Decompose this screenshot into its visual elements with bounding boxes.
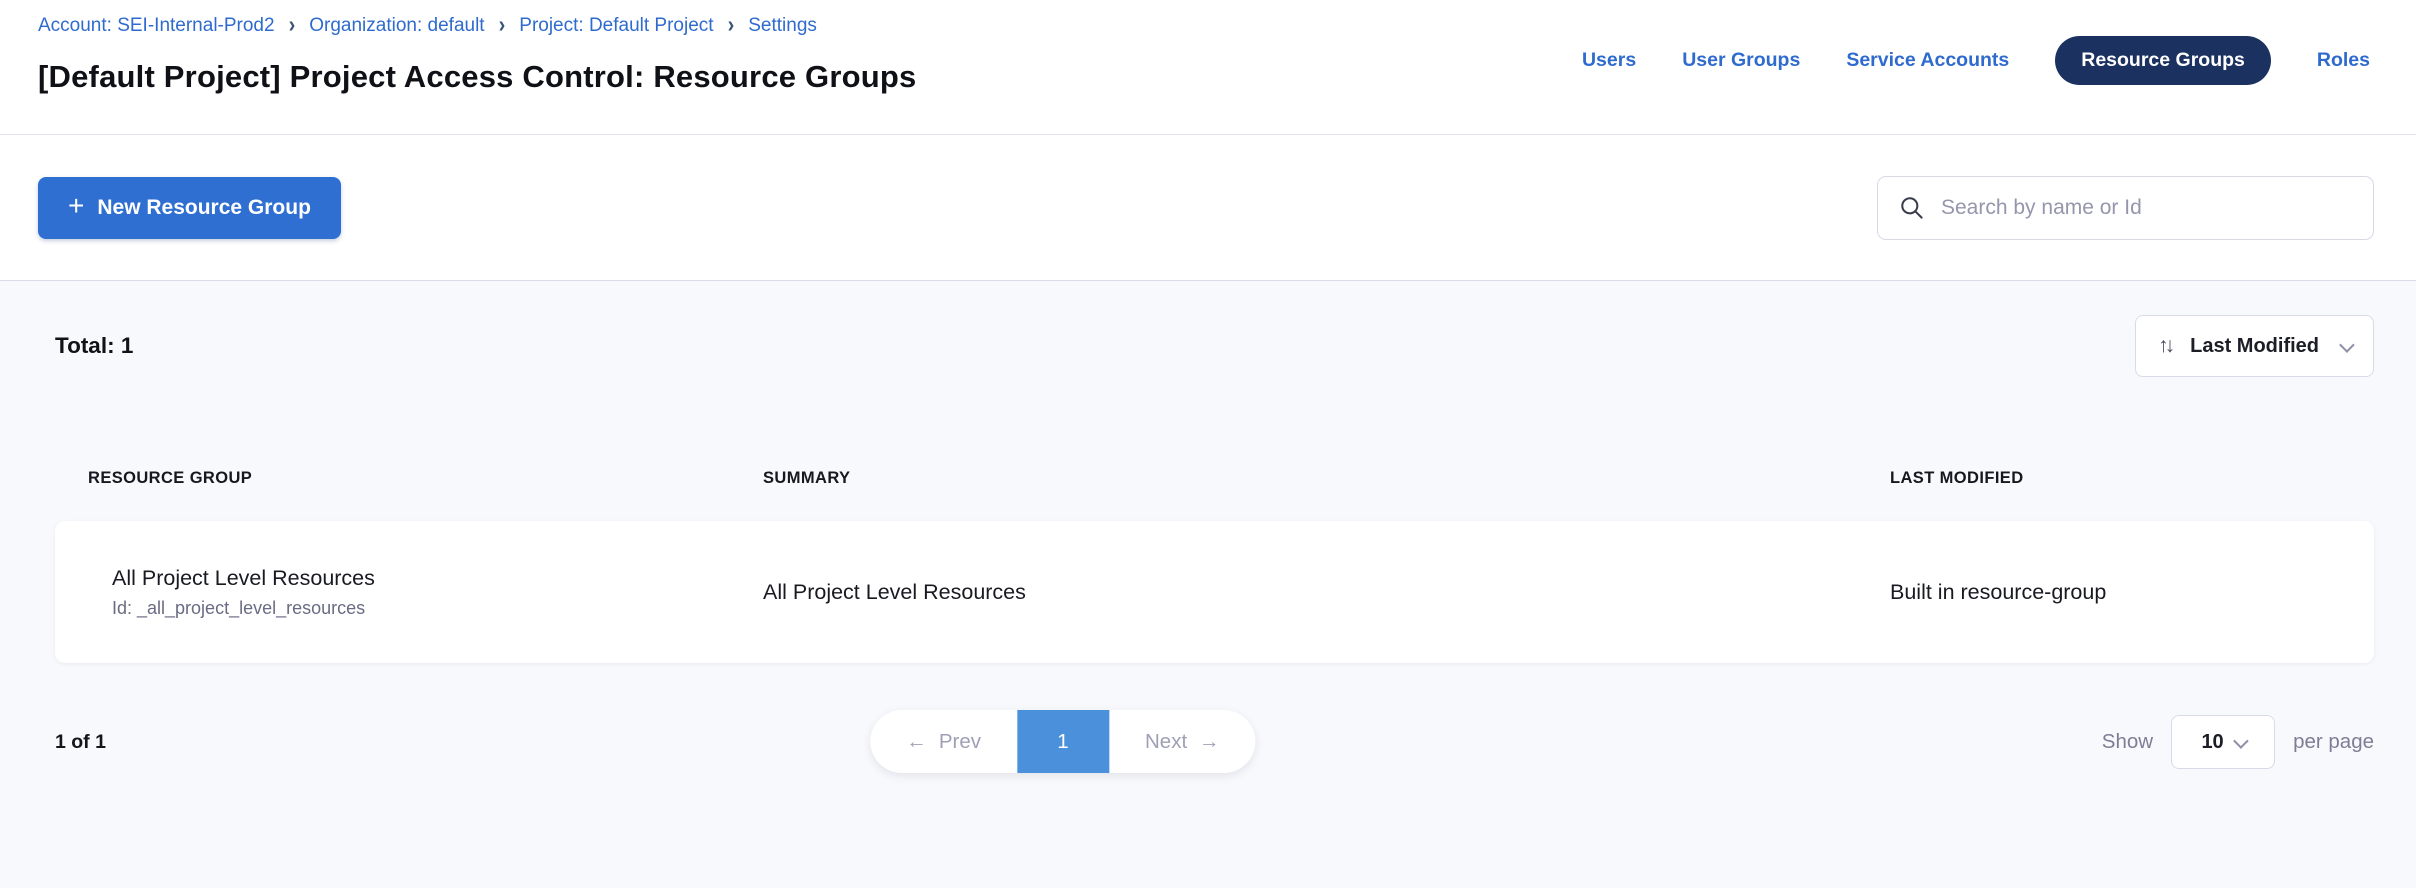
next-page-button[interactable]: Next → bbox=[1109, 710, 1256, 773]
table-footer: 1 of 1 ← Prev 1 Next → Show 10 per page bbox=[55, 710, 2374, 774]
per-page-label: per page bbox=[2293, 730, 2374, 754]
resource-group-id: Id: _all_project_level_resources bbox=[112, 598, 763, 619]
breadcrumb-separator-icon: › bbox=[728, 12, 735, 38]
arrow-right-icon: → bbox=[1199, 730, 1220, 754]
access-control-tabs: Users User Groups Service Accounts Resou… bbox=[1582, 36, 2370, 85]
breadcrumb-settings-link[interactable]: Settings bbox=[748, 15, 817, 37]
column-header-last-modified: LAST MODIFIED bbox=[1890, 469, 2374, 488]
chevron-down-icon bbox=[2339, 337, 2355, 353]
page-header: Account: SEI-Internal-Prod2 › Organizati… bbox=[0, 0, 2416, 135]
page-size-control: Show 10 per page bbox=[2102, 715, 2374, 769]
total-count-label: Total: 1 bbox=[55, 333, 133, 359]
column-header-summary: SUMMARY bbox=[763, 469, 1890, 488]
toolbar: + New Resource Group bbox=[0, 135, 2416, 281]
content-area: Total: 1 ↑↓ Last Modified RESOURCE GROUP… bbox=[0, 281, 2416, 888]
breadcrumb: Account: SEI-Internal-Prod2 › Organizati… bbox=[38, 14, 2370, 37]
tab-service-accounts[interactable]: Service Accounts bbox=[1846, 49, 2009, 72]
tab-roles[interactable]: Roles bbox=[2317, 49, 2370, 72]
breadcrumb-separator-icon: › bbox=[289, 12, 296, 38]
next-button-label: Next bbox=[1145, 730, 1187, 754]
tab-users[interactable]: Users bbox=[1582, 49, 1636, 72]
new-resource-group-button[interactable]: + New Resource Group bbox=[38, 177, 341, 239]
plus-icon: + bbox=[68, 192, 84, 220]
breadcrumb-project-link[interactable]: Project: Default Project bbox=[519, 15, 713, 37]
sort-dropdown-label: Last Modified bbox=[2190, 335, 2319, 358]
list-header: Total: 1 ↑↓ Last Modified bbox=[55, 315, 2374, 377]
page-size-select[interactable]: 10 bbox=[2171, 715, 2275, 769]
summary-cell: All Project Level Resources bbox=[763, 580, 1890, 605]
column-header-resource-group: RESOURCE GROUP bbox=[55, 469, 763, 488]
pagination: ← Prev 1 Next → bbox=[870, 710, 1255, 773]
new-resource-group-button-label: New Resource Group bbox=[97, 196, 311, 220]
resource-group-cell: All Project Level Resources Id: _all_pro… bbox=[55, 566, 763, 619]
arrow-left-icon: ← bbox=[906, 730, 927, 754]
resource-group-name: All Project Level Resources bbox=[112, 566, 763, 591]
chevron-down-icon bbox=[2233, 733, 2249, 749]
tab-resource-groups[interactable]: Resource Groups bbox=[2055, 36, 2271, 85]
table-header-row: RESOURCE GROUP SUMMARY LAST MODIFIED bbox=[55, 469, 2374, 488]
table-row[interactable]: All Project Level Resources Id: _all_pro… bbox=[55, 521, 2374, 663]
breadcrumb-organization-link[interactable]: Organization: default bbox=[309, 15, 484, 37]
last-modified-cell: Built in resource-group bbox=[1890, 580, 2374, 605]
prev-button-label: Prev bbox=[939, 730, 981, 754]
current-page-button[interactable]: 1 bbox=[1017, 710, 1109, 773]
tab-user-groups[interactable]: User Groups bbox=[1682, 49, 1800, 72]
show-label: Show bbox=[2102, 730, 2153, 754]
search-box[interactable] bbox=[1877, 176, 2374, 240]
page-size-value: 10 bbox=[2201, 731, 2223, 754]
search-icon bbox=[1898, 194, 1925, 221]
breadcrumb-account-link[interactable]: Account: SEI-Internal-Prod2 bbox=[38, 15, 275, 37]
breadcrumb-separator-icon: › bbox=[499, 12, 506, 38]
page-range-label: 1 of 1 bbox=[55, 731, 106, 754]
prev-page-button[interactable]: ← Prev bbox=[870, 710, 1017, 773]
sort-dropdown[interactable]: ↑↓ Last Modified bbox=[2135, 315, 2374, 377]
search-input[interactable] bbox=[1941, 196, 2353, 220]
sort-arrows-icon: ↑↓ bbox=[2158, 334, 2175, 358]
